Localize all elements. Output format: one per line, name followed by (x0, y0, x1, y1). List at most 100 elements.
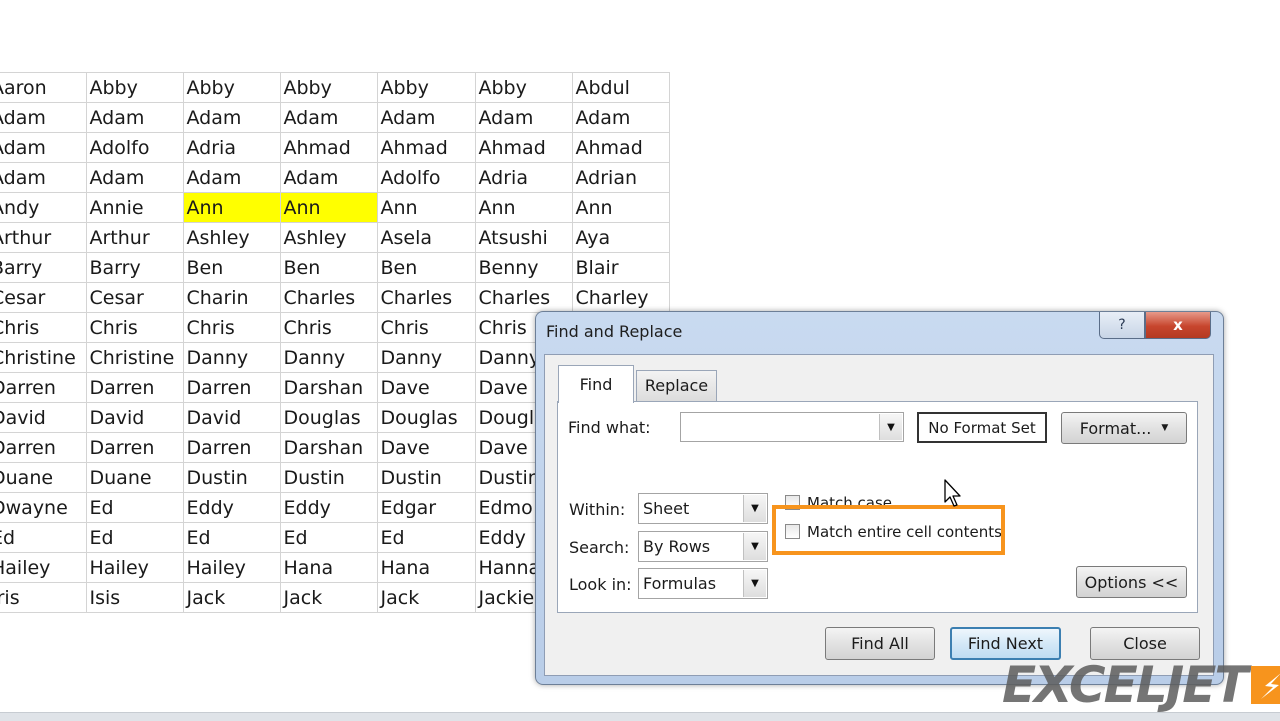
sheet-cell[interactable]: Danny (377, 343, 475, 373)
sheet-cell[interactable]: Danny (280, 343, 377, 373)
sheet-cell[interactable]: Cesar (0, 283, 86, 313)
sheet-cell[interactable]: Aaron (0, 73, 86, 103)
sheet-cell[interactable]: Adam (86, 163, 183, 193)
within-select[interactable]: Sheet ▼ (638, 493, 768, 524)
sheet-cell[interactable]: Abby (475, 73, 572, 103)
sheet-cell[interactable]: Barry (86, 253, 183, 283)
sheet-cell[interactable]: Ben (377, 253, 475, 283)
look-in-dropdown-icon[interactable]: ▼ (743, 570, 766, 597)
sheet-cell[interactable]: Chris (280, 313, 377, 343)
sheet-cell[interactable]: Edgar (377, 493, 475, 523)
sheet-cell[interactable]: Isis (86, 583, 183, 613)
sheet-cell[interactable]: Dustin (280, 463, 377, 493)
sheet-cell[interactable]: Adolfo (86, 133, 183, 163)
sheet-cell[interactable]: Ahmad (572, 133, 669, 163)
find-all-button[interactable]: Find All (825, 627, 935, 660)
sheet-cell[interactable]: Ashley (280, 223, 377, 253)
sheet-cell[interactable]: Ahmad (475, 133, 572, 163)
sheet-cell[interactable]: Adria (183, 133, 280, 163)
sheet-cell[interactable]: Ashley (183, 223, 280, 253)
sheet-cell[interactable]: Darren (183, 373, 280, 403)
sheet-cell[interactable]: Eddy (280, 493, 377, 523)
sheet-cell[interactable]: Ed (377, 523, 475, 553)
find-what-dropdown-icon[interactable]: ▼ (879, 414, 902, 440)
sheet-cell[interactable]: Abdul (572, 73, 669, 103)
sheet-cell[interactable]: Hana (377, 553, 475, 583)
sheet-cell[interactable]: Christine (86, 343, 183, 373)
help-button[interactable]: ? (1099, 312, 1145, 339)
sheet-cell[interactable]: Abby (280, 73, 377, 103)
sheet-cell[interactable]: Duane (86, 463, 183, 493)
sheet-cell[interactable]: Hana (280, 553, 377, 583)
window-close-button[interactable]: x (1145, 312, 1211, 339)
sheet-cell[interactable]: Abby (377, 73, 475, 103)
sheet-cell[interactable]: Atsushi (475, 223, 572, 253)
search-select[interactable]: By Rows ▼ (638, 531, 768, 562)
sheet-cell[interactable]: Iris (0, 583, 86, 613)
tab-find[interactable]: Find (558, 365, 634, 403)
sheet-cell[interactable]: Ed (183, 523, 280, 553)
sheet-cell[interactable]: Adam (0, 103, 86, 133)
sheet-cell[interactable]: Darren (0, 373, 86, 403)
sheet-cell[interactable]: David (0, 403, 86, 433)
sheet-cell[interactable]: Charin (183, 283, 280, 313)
sheet-cell[interactable]: Adam (86, 103, 183, 133)
sheet-cell[interactable]: Arthur (86, 223, 183, 253)
sheet-cell[interactable]: Adolfo (377, 163, 475, 193)
sheet-cell[interactable]: Charles (475, 283, 572, 313)
sheet-cell[interactable]: Eddy (183, 493, 280, 523)
sheet-cell[interactable]: Andy (0, 193, 86, 223)
sheet-cell[interactable]: Dwayne (0, 493, 86, 523)
sheet-cell[interactable]: Ahmad (280, 133, 377, 163)
sheet-cell[interactable]: Aya (572, 223, 669, 253)
sheet-cell[interactable]: Hailey (183, 553, 280, 583)
sheet-cell[interactable]: Douglas (280, 403, 377, 433)
sheet-cell[interactable]: Jack (377, 583, 475, 613)
sheet-cell[interactable]: Ed (280, 523, 377, 553)
sheet-cell[interactable]: Ann (377, 193, 475, 223)
sheet-cell[interactable]: Adam (183, 103, 280, 133)
sheet-cell[interactable]: Christine (0, 343, 86, 373)
sheet-cell[interactable]: Ann (280, 193, 377, 223)
sheet-cell[interactable]: Ed (86, 523, 183, 553)
sheet-cell[interactable]: Annie (86, 193, 183, 223)
sheet-cell[interactable]: Douglas (377, 403, 475, 433)
sheet-cell[interactable]: Ann (183, 193, 280, 223)
sheet-cell[interactable]: Dave (377, 433, 475, 463)
sheet-cell[interactable]: Arthur (0, 223, 86, 253)
sheet-cell[interactable]: Ben (183, 253, 280, 283)
sheet-cell[interactable]: Ben (280, 253, 377, 283)
sheet-cell[interactable]: Darshan (280, 433, 377, 463)
sheet-cell[interactable]: Jack (183, 583, 280, 613)
sheet-cell[interactable]: Adam (183, 163, 280, 193)
sheet-cell[interactable]: Darren (86, 373, 183, 403)
sheet-cell[interactable]: Abby (183, 73, 280, 103)
format-button[interactable]: Format... ▼ (1061, 412, 1187, 444)
look-in-select[interactable]: Formulas ▼ (638, 568, 768, 599)
sheet-cell[interactable]: Chris (86, 313, 183, 343)
sheet-cell[interactable]: Darren (86, 433, 183, 463)
sheet-cell[interactable]: Darren (183, 433, 280, 463)
tab-replace[interactable]: Replace (636, 370, 717, 401)
sheet-cell[interactable]: Barry (0, 253, 86, 283)
sheet-cell[interactable]: Adam (280, 163, 377, 193)
sheet-cell[interactable]: Charles (280, 283, 377, 313)
sheet-cell[interactable]: David (183, 403, 280, 433)
sheet-cell[interactable]: Asela (377, 223, 475, 253)
sheet-cell[interactable]: Chris (377, 313, 475, 343)
sheet-cell[interactable]: Adam (280, 103, 377, 133)
sheet-cell[interactable]: Adrian (572, 163, 669, 193)
sheet-cell[interactable]: Dave (377, 373, 475, 403)
sheet-cell[interactable]: Ed (0, 523, 86, 553)
sheet-cell[interactable]: Duane (0, 463, 86, 493)
search-dropdown-icon[interactable]: ▼ (743, 533, 766, 560)
sheet-cell[interactable]: Dustin (377, 463, 475, 493)
sheet-cell[interactable]: Hailey (86, 553, 183, 583)
sheet-cell[interactable]: Darren (0, 433, 86, 463)
sheet-cell[interactable]: Adam (0, 163, 86, 193)
sheet-cell[interactable]: Ed (86, 493, 183, 523)
sheet-cell[interactable]: Ahmad (377, 133, 475, 163)
sheet-cell[interactable]: Charles (377, 283, 475, 313)
sheet-cell[interactable]: Ann (572, 193, 669, 223)
sheet-cell[interactable]: Hailey (0, 553, 86, 583)
